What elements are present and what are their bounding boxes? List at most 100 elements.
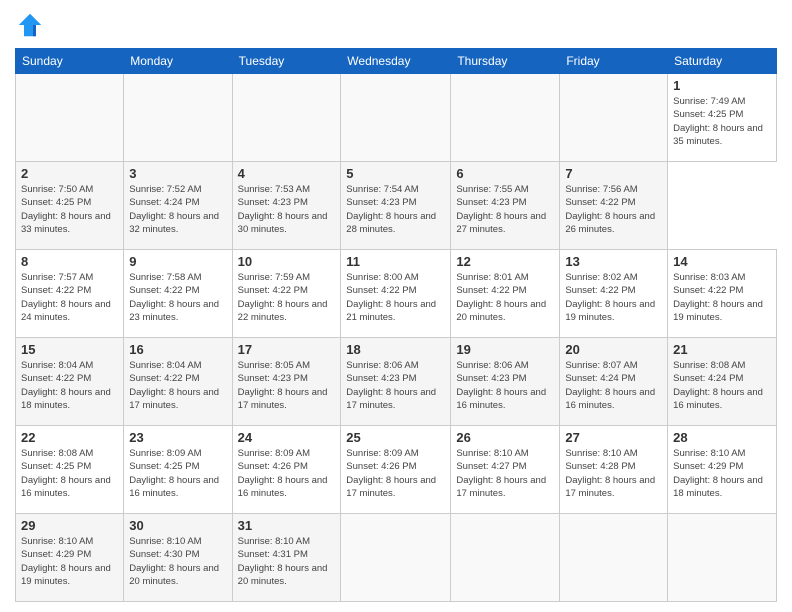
empty-cell	[232, 74, 341, 162]
calendar-day: 4Sunrise: 7:53 AMSunset: 4:23 PMDaylight…	[232, 162, 341, 250]
day-info: Sunrise: 8:03 AMSunset: 4:22 PMDaylight:…	[673, 271, 771, 324]
day-info: Sunrise: 7:59 AMSunset: 4:22 PMDaylight:…	[238, 271, 336, 324]
day-info: Sunrise: 8:05 AMSunset: 4:23 PMDaylight:…	[238, 359, 336, 412]
calendar-day: 10 Sunrise: 7:59 AMSunset: 4:22 PMDayligh…	[232, 250, 341, 338]
day-number: 21	[673, 342, 771, 357]
day-info: Sunrise: 8:10 AMSunset: 4:31 PMDaylight:…	[238, 535, 336, 588]
day-number: 17	[238, 342, 336, 357]
day-number: 31	[238, 518, 336, 533]
day-info: Sunrise: 8:09 AMSunset: 4:26 PMDaylight:…	[238, 447, 336, 500]
calendar-day: 7 Sunrise: 7:56 AMSunset: 4:22 PMDaylight…	[560, 162, 668, 250]
day-info: Sunrise: 7:49 AMSunset: 4:25 PMDaylight:…	[673, 95, 771, 148]
calendar-day: 1 Sunrise: 7:49 AMSunset: 4:25 PMDaylight…	[668, 74, 777, 162]
calendar-day: 13 Sunrise: 8:02 AMSunset: 4:22 PMDayligh…	[560, 250, 668, 338]
day-number: 14	[673, 254, 771, 269]
day-number: 9	[129, 254, 226, 269]
day-of-week-header: Saturday	[668, 49, 777, 74]
day-of-week-header: Wednesday	[341, 49, 451, 74]
calendar-week-row: 22 Sunrise: 8:08 AMSunset: 4:25 PMDayligh…	[16, 426, 777, 514]
day-info: Sunrise: 8:04 AMSunset: 4:22 PMDaylight:…	[21, 359, 118, 412]
page: SundayMondayTuesdayWednesdayThursdayFrid…	[0, 0, 792, 612]
day-number: 26	[456, 430, 554, 445]
calendar-day: 18 Sunrise: 8:06 AMSunset: 4:23 PMDayligh…	[341, 338, 451, 426]
calendar-day: 20 Sunrise: 8:07 AMSunset: 4:24 PMDayligh…	[560, 338, 668, 426]
day-info: Sunrise: 8:10 AMSunset: 4:28 PMDaylight:…	[565, 447, 662, 500]
calendar-day: 30Sunrise: 8:10 AMSunset: 4:30 PMDayligh…	[124, 514, 232, 602]
calendar-week-row: 29Sunrise: 8:10 AMSunset: 4:29 PMDayligh…	[16, 514, 777, 602]
day-number: 3	[129, 166, 226, 181]
day-number: 11	[346, 254, 445, 269]
day-info: Sunrise: 7:57 AMSunset: 4:22 PMDaylight:…	[21, 271, 118, 324]
calendar-day: 9Sunrise: 7:58 AMSunset: 4:22 PMDaylight…	[124, 250, 232, 338]
day-number: 29	[21, 518, 118, 533]
empty-cell	[560, 514, 668, 602]
calendar-day: 26Sunrise: 8:10 AMSunset: 4:27 PMDayligh…	[451, 426, 560, 514]
calendar-day: 25Sunrise: 8:09 AMSunset: 4:26 PMDayligh…	[341, 426, 451, 514]
day-of-week-header: Tuesday	[232, 49, 341, 74]
day-of-week-header: Friday	[560, 49, 668, 74]
day-number: 10	[238, 254, 336, 269]
day-info: Sunrise: 8:01 AMSunset: 4:22 PMDaylight:…	[456, 271, 554, 324]
calendar-day: 24Sunrise: 8:09 AMSunset: 4:26 PMDayligh…	[232, 426, 341, 514]
calendar-day: 23 Sunrise: 8:09 AMSunset: 4:25 PMDayligh…	[124, 426, 232, 514]
day-of-week-header: Sunday	[16, 49, 124, 74]
calendar-day: 29Sunrise: 8:10 AMSunset: 4:29 PMDayligh…	[16, 514, 124, 602]
calendar-day: 31 Sunrise: 8:10 AMSunset: 4:31 PMDayligh…	[232, 514, 341, 602]
day-info: Sunrise: 8:09 AMSunset: 4:26 PMDaylight:…	[346, 447, 445, 500]
day-number: 12	[456, 254, 554, 269]
day-info: Sunrise: 7:54 AMSunset: 4:23 PMDaylight:…	[346, 183, 445, 236]
day-number: 28	[673, 430, 771, 445]
day-info: Sunrise: 8:02 AMSunset: 4:22 PMDaylight:…	[565, 271, 662, 324]
logo	[15, 10, 49, 40]
day-number: 22	[21, 430, 118, 445]
day-number: 7	[565, 166, 662, 181]
calendar-day: 6 Sunrise: 7:55 AMSunset: 4:23 PMDaylight…	[451, 162, 560, 250]
calendar: SundayMondayTuesdayWednesdayThursdayFrid…	[15, 48, 777, 602]
day-info: Sunrise: 8:08 AMSunset: 4:24 PMDaylight:…	[673, 359, 771, 412]
day-info: Sunrise: 8:07 AMSunset: 4:24 PMDaylight:…	[565, 359, 662, 412]
day-info: Sunrise: 8:10 AMSunset: 4:29 PMDaylight:…	[673, 447, 771, 500]
day-info: Sunrise: 7:56 AMSunset: 4:22 PMDaylight:…	[565, 183, 662, 236]
calendar-day: 28 Sunrise: 8:10 AMSunset: 4:29 PMDayligh…	[668, 426, 777, 514]
day-number: 19	[456, 342, 554, 357]
calendar-day: 14 Sunrise: 8:03 AMSunset: 4:22 PMDayligh…	[668, 250, 777, 338]
day-number: 8	[21, 254, 118, 269]
calendar-day: 11Sunrise: 8:00 AMSunset: 4:22 PMDayligh…	[341, 250, 451, 338]
calendar-week-row: 8 Sunrise: 7:57 AMSunset: 4:22 PMDaylight…	[16, 250, 777, 338]
day-number: 1	[673, 78, 771, 93]
empty-cell	[560, 74, 668, 162]
day-number: 18	[346, 342, 445, 357]
day-of-week-header: Thursday	[451, 49, 560, 74]
day-info: Sunrise: 7:55 AMSunset: 4:23 PMDaylight:…	[456, 183, 554, 236]
calendar-week-row: 1 Sunrise: 7:49 AMSunset: 4:25 PMDaylight…	[16, 74, 777, 162]
calendar-day: 22 Sunrise: 8:08 AMSunset: 4:25 PMDayligh…	[16, 426, 124, 514]
empty-cell	[668, 514, 777, 602]
day-of-week-header: Monday	[124, 49, 232, 74]
empty-cell	[16, 74, 124, 162]
day-info: Sunrise: 8:09 AMSunset: 4:25 PMDaylight:…	[129, 447, 226, 500]
calendar-day: 17 Sunrise: 8:05 AMSunset: 4:23 PMDayligh…	[232, 338, 341, 426]
calendar-day: 3 Sunrise: 7:52 AMSunset: 4:24 PMDaylight…	[124, 162, 232, 250]
day-number: 27	[565, 430, 662, 445]
day-info: Sunrise: 8:06 AMSunset: 4:23 PMDaylight:…	[346, 359, 445, 412]
day-info: Sunrise: 8:06 AMSunset: 4:23 PMDaylight:…	[456, 359, 554, 412]
day-number: 6	[456, 166, 554, 181]
day-number: 15	[21, 342, 118, 357]
day-number: 23	[129, 430, 226, 445]
calendar-day: 19 Sunrise: 8:06 AMSunset: 4:23 PMDayligh…	[451, 338, 560, 426]
day-number: 16	[129, 342, 226, 357]
day-info: Sunrise: 8:08 AMSunset: 4:25 PMDaylight:…	[21, 447, 118, 500]
day-number: 30	[129, 518, 226, 533]
calendar-day: 12 Sunrise: 8:01 AMSunset: 4:22 PMDayligh…	[451, 250, 560, 338]
day-info: Sunrise: 7:52 AMSunset: 4:24 PMDaylight:…	[129, 183, 226, 236]
day-number: 2	[21, 166, 118, 181]
calendar-day: 16 Sunrise: 8:04 AMSunset: 4:22 PMDayligh…	[124, 338, 232, 426]
empty-cell	[341, 74, 451, 162]
day-info: Sunrise: 8:04 AMSunset: 4:22 PMDaylight:…	[129, 359, 226, 412]
day-number: 5	[346, 166, 445, 181]
day-number: 20	[565, 342, 662, 357]
day-number: 13	[565, 254, 662, 269]
day-info: Sunrise: 7:50 AMSunset: 4:25 PMDaylight:…	[21, 183, 118, 236]
calendar-day: 8 Sunrise: 7:57 AMSunset: 4:22 PMDaylight…	[16, 250, 124, 338]
empty-cell	[341, 514, 451, 602]
